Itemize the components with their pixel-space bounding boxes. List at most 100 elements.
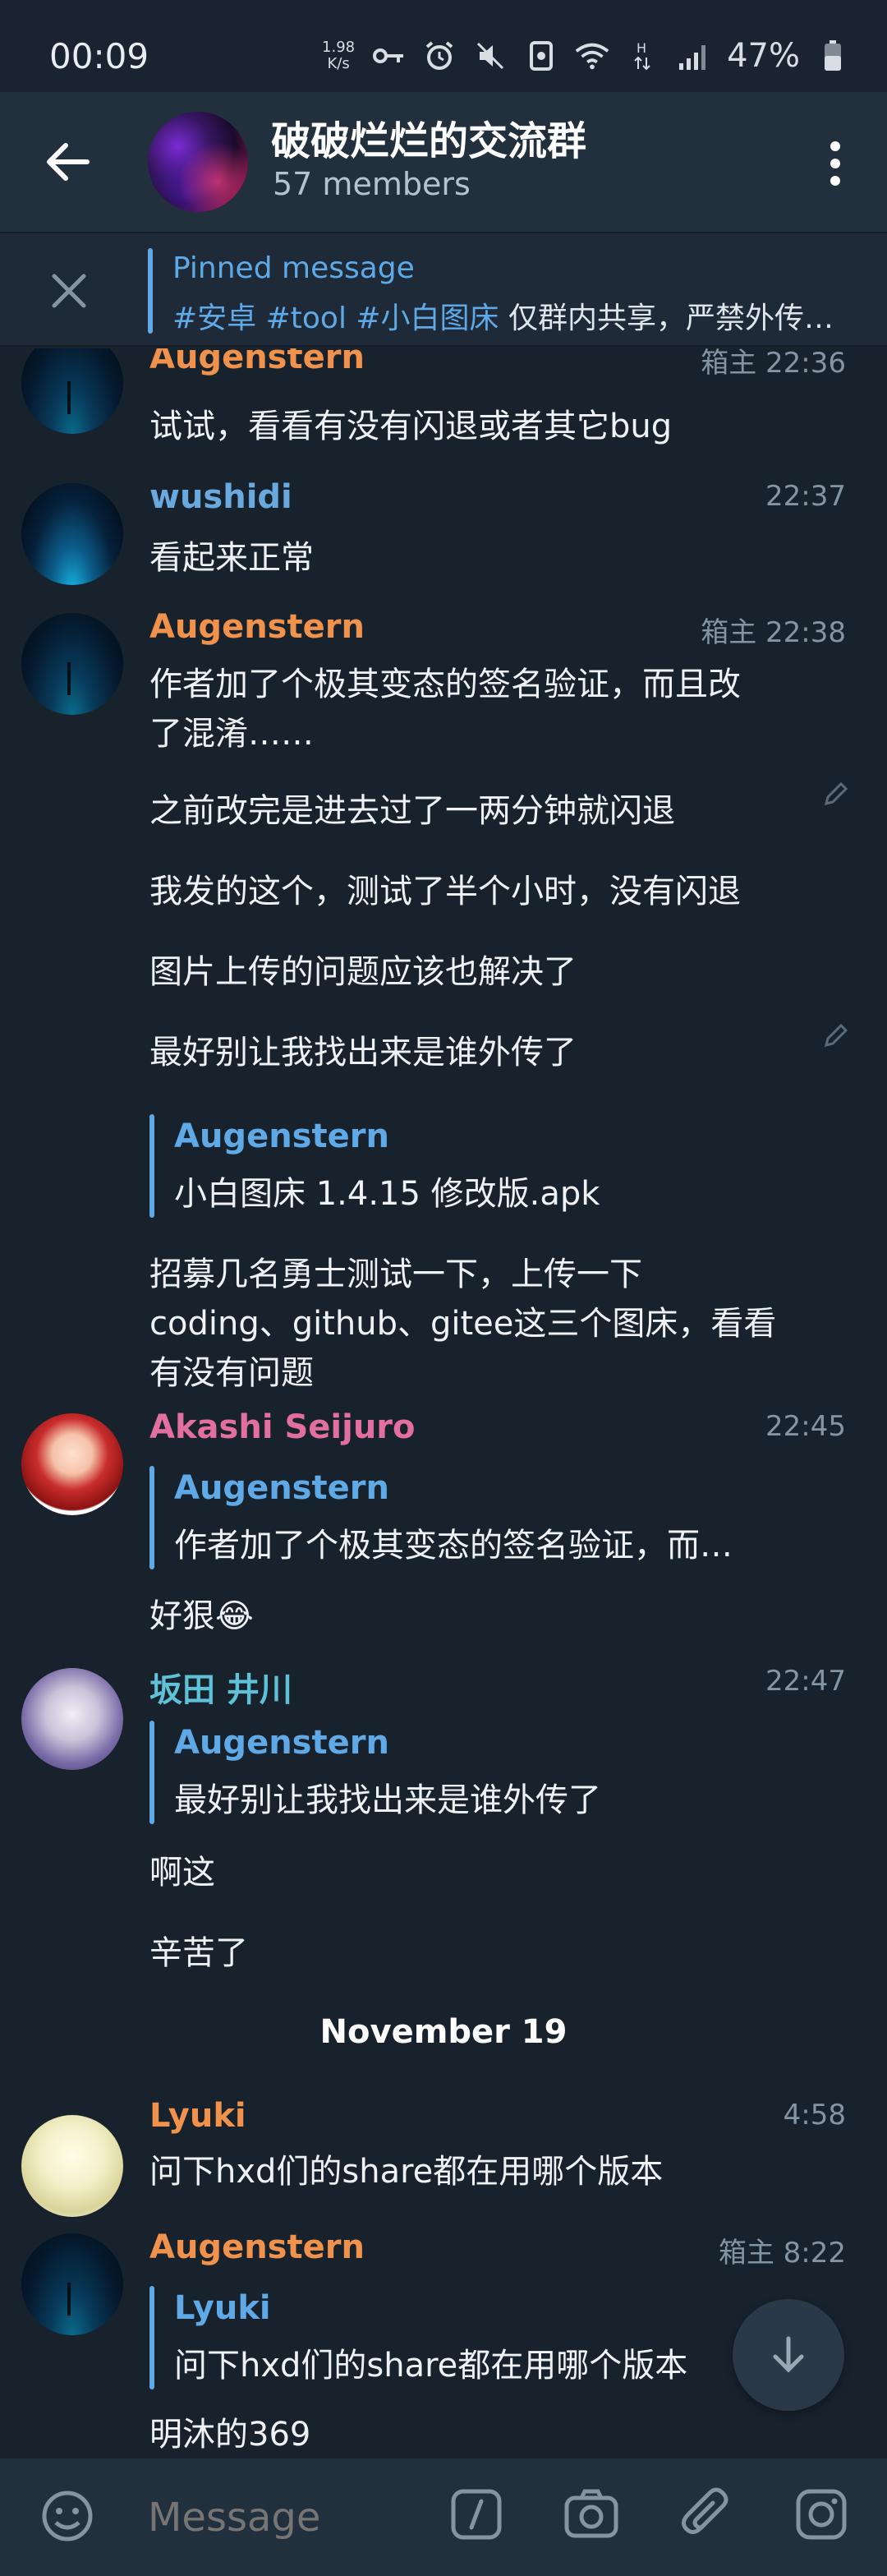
message-meta: 22:37 [765,480,846,513]
scroll-to-bottom-button[interactable] [733,2299,844,2411]
message-meta: 箱主 22:36 [701,348,846,380]
emoji-button[interactable] [38,2486,97,2546]
member-count: 57 members [273,166,471,202]
sender-name[interactable]: Augenstern [149,2228,365,2266]
avatar[interactable] [21,1668,123,1770]
alarm-icon [421,39,457,72]
reply-quote[interactable]: Augenstern 最好别让我找出来是谁外传了 [149,1721,774,1824]
message-text: 试试，看看有没有闪退或者其它bug [149,408,673,445]
message-text: 我发的这个，测试了半个小时，没有闪退 [149,873,741,910]
quote-sender: Augenstern [174,1469,389,1507]
quote-text: 作者加了个极其变态的签名验证，而… [174,1527,733,1564]
message-text: 明沐的369 [149,2416,311,2454]
quote-bar [149,2286,154,2389]
sender-name[interactable]: Augenstern [149,608,365,646]
avatar[interactable] [21,483,123,585]
pinned-message-bar[interactable]: Pinned message #安卓 #tool #小白图床 仅群内共享，严禁外… [0,232,887,347]
sender-name[interactable]: 坂田 井川 [149,1663,292,1711]
camera-icon [564,2489,618,2538]
group-avatar[interactable] [148,112,248,212]
message-text: 辛苦了 [149,1934,248,1972]
more-vertical-icon [830,141,840,186]
message-meta: 22:47 [765,1665,846,1698]
avatar[interactable] [21,348,123,434]
camera-button[interactable] [562,2485,621,2544]
message-text: coding、github、gitee这三个图床，看看 [149,1305,777,1343]
message-text: 看起来正常 [149,539,314,577]
paperclip-icon [682,2487,728,2534]
signal-icon [676,39,712,72]
nfc-icon [523,39,559,72]
reply-quote[interactable]: Augenstern 作者加了个极其变态的签名验证，而… [149,1466,774,1569]
message-text: 了混淆…… [149,715,314,753]
edited-icon [821,781,849,809]
emoji-icon [42,2491,93,2541]
message-text: 好狠😂 [149,1597,254,1635]
sender-name[interactable]: Lyuki [149,2097,246,2135]
message-text: 问下hxd们的share都在用哪个版本 [149,2153,664,2191]
pinned-tags[interactable]: #安卓 #tool #小白图床 [172,302,499,335]
status-bar: 00:09 1.98 K/s H 47% [0,0,887,92]
back-button[interactable] [41,135,95,189]
message-text: 图片上传的问题应该也解决了 [149,953,577,991]
message-meta: 4:58 [783,2099,846,2131]
message-text: 最好别让我找出来是谁外传了 [149,1034,577,1071]
pinned-body: 仅群内共享，严禁外传… [499,302,834,335]
sender-name[interactable]: Akashi Seijuro [149,1408,416,1446]
attach-button[interactable] [677,2485,736,2544]
more-options-button[interactable] [823,136,848,191]
instagram-icon [796,2489,847,2540]
message-meta: 22:45 [765,1410,846,1443]
svg-text:H: H [637,40,646,56]
avatar[interactable] [21,613,123,715]
net-speed: 1.98 K/s [322,39,356,72]
close-icon [52,274,86,308]
message-list[interactable]: Augenstern 箱主 22:36 试试，看看有没有闪退或者其它bug wu… [0,348,887,2458]
quote-sender: Augenstern [174,1724,389,1762]
pinned-accent-bar [148,248,153,334]
message-text: 招募几名勇士测试一下，上传一下 [149,1256,642,1293]
message-meta: 箱主 22:38 [701,616,846,649]
quote-sender: Augenstern [174,1117,389,1155]
edited-icon [821,1022,849,1050]
message-text: 作者加了个极其变态的签名验证，而且改 [149,666,741,703]
message-text: 啊这 [149,1854,215,1892]
group-title[interactable]: 破破烂烂的交流群 [271,108,586,166]
date-separator: November 19 [319,2013,568,2051]
avatar[interactable] [21,2115,123,2217]
chat-header: 破破烂烂的交流群 57 members [0,92,887,232]
battery-icon [815,39,851,72]
close-pinned-button[interactable] [48,270,90,312]
quote-bar [149,1466,154,1569]
command-button[interactable] [447,2485,506,2544]
quote-bar [149,1114,154,1218]
message-input[interactable] [148,2486,444,2549]
quote-text: 小白图床 1.4.15 修改版.apk [174,1175,600,1213]
avatar[interactable] [21,2233,123,2335]
quote-text: 问下hxd们的share都在用哪个版本 [174,2347,688,2385]
pinned-label: Pinned message [172,251,415,285]
message-text: 有没有问题 [149,1354,314,1392]
avatar[interactable] [21,1413,123,1515]
reply-quote[interactable]: Lyuki 问下hxd们的share都在用哪个版本 [149,2286,774,2389]
quote-text: 最好别让我找出来是谁外传了 [174,1781,601,1819]
vpn-key-icon [370,39,407,72]
arrow-down-icon [773,2336,804,2373]
pinned-text: #安卓 #tool #小白图床 仅群内共享，严禁外传… [172,294,834,337]
quote-bar [149,1721,154,1824]
battery-percentage: 47% [727,37,800,75]
data-hplus-icon: H [625,39,661,72]
message-input-bar [0,2458,887,2576]
instagram-button[interactable] [792,2485,851,2544]
slash-command-icon [451,2489,502,2540]
wifi-icon [574,39,610,72]
mute-icon [472,39,508,72]
reply-quote[interactable]: Augenstern 小白图床 1.4.15 修改版.apk [149,1114,774,1218]
arrow-left-icon [47,143,90,181]
status-icons: 1.98 K/s H 47% [321,33,851,79]
message-text: 之前改完是进去过了一两分钟就闪退 [149,792,675,830]
sender-name[interactable]: wushidi [149,478,292,516]
status-time: 00:09 [49,36,149,76]
sender-name[interactable]: Augenstern [149,348,365,376]
quote-sender: Lyuki [174,2289,271,2327]
